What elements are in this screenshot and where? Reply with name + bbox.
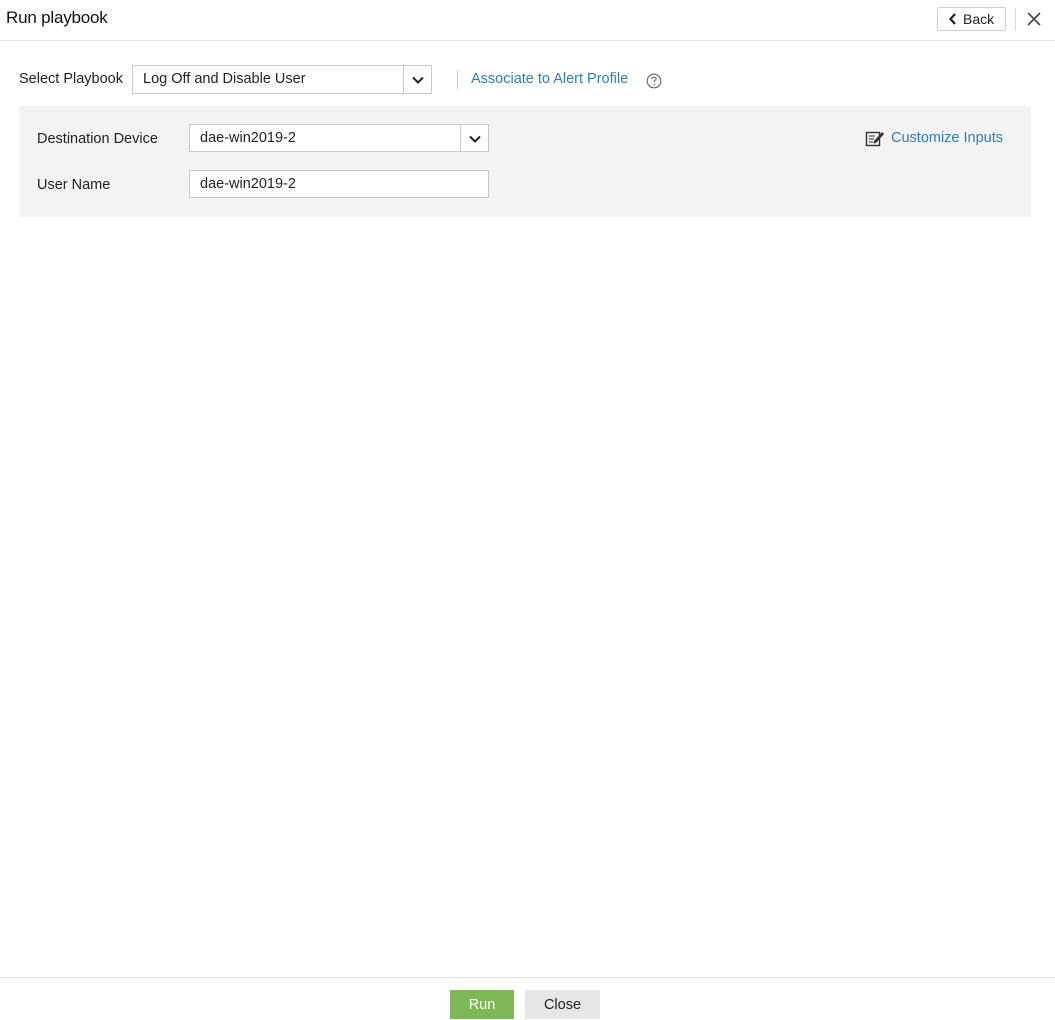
dialog-footer: Run Close xyxy=(0,977,1055,1020)
back-button-label: Back xyxy=(963,11,995,27)
user-name-label: User Name xyxy=(37,177,111,193)
customize-inputs-label: Customize Inputs xyxy=(891,130,1004,146)
playbook-select-value: Log Off and Disable User xyxy=(143,71,306,87)
chevron-down-icon xyxy=(412,76,424,84)
dialog-header: Run playbook Back xyxy=(0,0,1055,41)
destination-device-label: Destination Device xyxy=(37,131,158,147)
back-button[interactable]: Back xyxy=(937,7,1006,31)
close-button[interactable]: Close xyxy=(525,990,600,1019)
select-playbook-label: Select Playbook xyxy=(19,71,123,87)
playbook-select[interactable]: Log Off and Disable User xyxy=(132,65,432,94)
page-title: Run playbook xyxy=(6,8,108,27)
link-divider xyxy=(457,70,458,89)
associate-alert-profile-link[interactable]: Associate to Alert Profile xyxy=(471,71,628,87)
customize-inputs-link[interactable]: Customize Inputs xyxy=(865,128,1015,150)
close-icon[interactable] xyxy=(1025,10,1043,28)
help-icon[interactable] xyxy=(646,73,662,89)
user-name-input[interactable] xyxy=(189,170,489,198)
header-divider xyxy=(1015,8,1016,30)
chevron-left-icon xyxy=(949,13,956,25)
playbook-inputs-panel: Destination Device dae-win2019-2 User Na… xyxy=(19,106,1031,217)
destination-device-toggle[interactable] xyxy=(460,125,488,151)
run-button[interactable]: Run xyxy=(450,990,514,1019)
destination-device-value: dae-win2019-2 xyxy=(200,130,296,146)
edit-icon xyxy=(865,131,884,147)
chevron-down-icon xyxy=(469,135,481,143)
playbook-select-toggle[interactable] xyxy=(403,66,431,93)
destination-device-select[interactable]: dae-win2019-2 xyxy=(189,124,489,152)
